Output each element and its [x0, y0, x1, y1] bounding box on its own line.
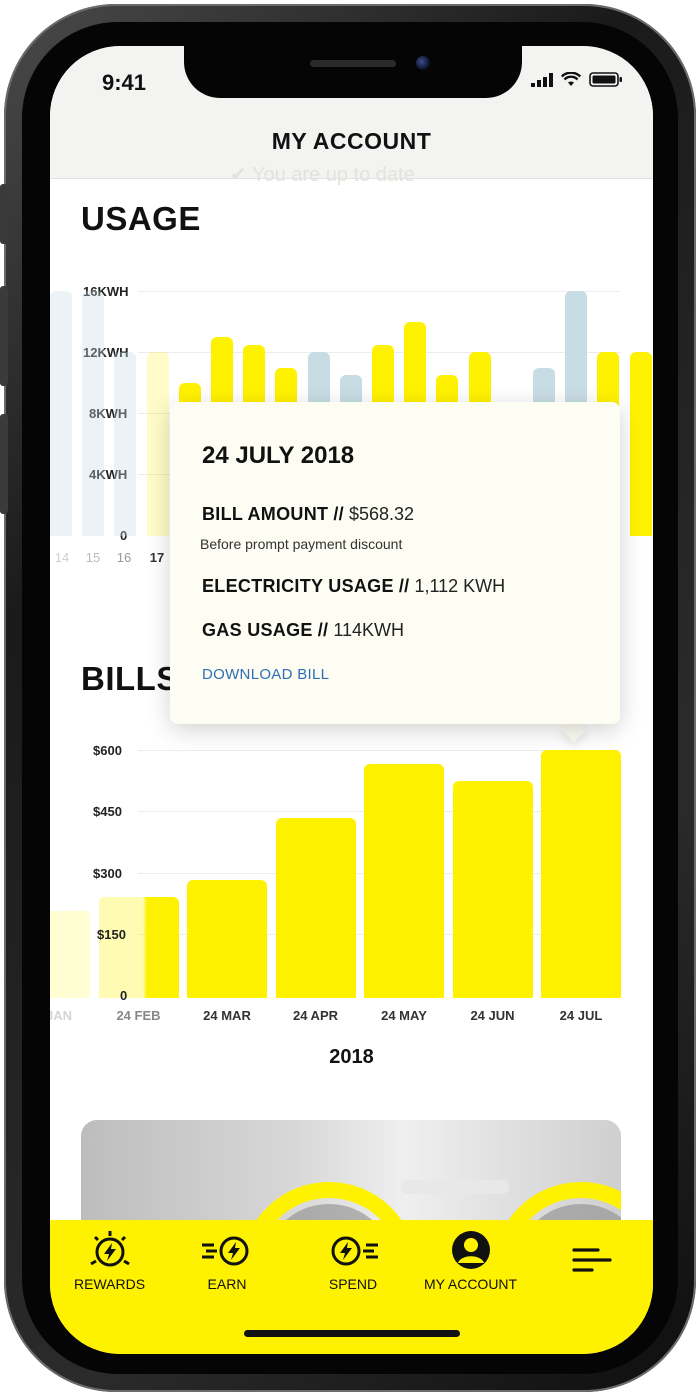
tab-label: MY ACCOUNT: [424, 1276, 518, 1292]
lightning-rays-icon: [89, 1231, 130, 1267]
bills-x-label: 24 JAN: [50, 1008, 73, 1023]
gas-usage-value: 114KWH: [333, 620, 405, 640]
electricity-usage-row: ELECTRICITY USAGE // 1,112 KWH: [202, 576, 505, 597]
bill-amount-row: BILL AMOUNT // $568.32: [202, 504, 414, 525]
usage-title: USAGE: [81, 200, 201, 237]
electricity-usage-label: ELECTRICITY USAGE: [202, 576, 394, 596]
electricity-usage-value: 1,112 KWH: [414, 576, 506, 596]
volume-up-button: [0, 286, 8, 386]
usage-x-label: 15: [85, 550, 101, 565]
bills-bar[interactable]: [50, 911, 90, 998]
usage-bar[interactable]: [146, 352, 169, 536]
bills-y-tick: $450: [93, 804, 122, 819]
usage-bar[interactable]: [82, 291, 105, 536]
usage-x-label: 14: [54, 550, 70, 565]
gas-usage-label: GAS USAGE: [202, 620, 313, 640]
check-circle-icon: ✔: [230, 164, 247, 186]
usage-bar[interactable]: [629, 352, 652, 536]
tab-spend[interactable]: SPEND: [326, 1230, 380, 1292]
screen: 9:41 ✔ You are up to date MY ACCOUNT USA…: [50, 46, 653, 1354]
bills-bar[interactable]: [364, 764, 444, 998]
bills-bar[interactable]: [187, 880, 267, 998]
volume-down-button: [0, 414, 8, 514]
bills-y-tick: $300: [93, 866, 122, 881]
usage-bar[interactable]: [50, 291, 72, 536]
bills-x-label: 24 APR: [292, 1008, 339, 1023]
separator: //: [333, 504, 344, 524]
clock: 9:41: [102, 70, 147, 95]
bill-amount-label: BILL AMOUNT: [202, 504, 329, 524]
wifi-icon: [561, 72, 581, 86]
lightning-in-icon: [202, 1236, 249, 1266]
bills-y-tick: 0: [120, 988, 128, 1003]
bill-detail-popup: 24 JULY 2018 BILL AMOUNT // $568.32 Befo…: [170, 402, 620, 724]
bills-year-label: 2018: [329, 1046, 374, 1068]
bill-note: Before prompt payment discount: [200, 536, 403, 552]
popup-date: 24 JULY 2018: [202, 442, 355, 469]
battery-icon: [589, 72, 622, 87]
bills-bar[interactable]: [275, 818, 356, 998]
bills-title: BILLS: [81, 660, 179, 697]
usage-bar[interactable]: [114, 352, 137, 536]
bills-x-label: 24 JUL: [559, 1008, 603, 1023]
tab-rewards[interactable]: REWARDS: [74, 1230, 145, 1292]
usage-x-label: 16: [116, 550, 132, 565]
lightning-out-icon: [331, 1236, 378, 1266]
tab-menu[interactable]: [572, 1246, 612, 1276]
bills-x-label: 24 MAY: [381, 1008, 427, 1023]
bills-bar[interactable]: [452, 781, 533, 998]
ghost-notification-text: You are up to date: [251, 164, 415, 186]
tab-label: EARN: [207, 1276, 247, 1292]
status-icons: [531, 72, 623, 87]
usage-x-label: 17: [149, 550, 165, 565]
front-camera: [416, 56, 430, 70]
ghost-notification: ✔ You are up to date: [230, 162, 415, 187]
notch: [184, 46, 522, 98]
person-circle-icon: [451, 1231, 490, 1269]
bills-y-tick: $150: [97, 927, 126, 942]
speaker: [310, 60, 396, 67]
bills-x-label: 24 FEB: [116, 1008, 161, 1023]
gas-usage-row: GAS USAGE // 114KWH: [202, 620, 404, 641]
usage-gridline: [138, 291, 620, 292]
tab-label: REWARDS: [74, 1276, 146, 1292]
separator: //: [317, 620, 329, 640]
bill-amount-value: $568.32: [348, 504, 415, 524]
bills-bar[interactable]: [541, 750, 621, 998]
tab-my-account[interactable]: MY ACCOUNT: [424, 1230, 517, 1292]
bills-x-label: 24 MAR: [203, 1008, 251, 1023]
download-bill-link[interactable]: DOWNLOAD BILL: [202, 666, 329, 683]
tab-label: SPEND: [328, 1276, 378, 1292]
bills-bar[interactable]: [98, 896, 179, 998]
bills-x-label: 24 JUN: [470, 1008, 515, 1023]
separator: //: [398, 576, 410, 596]
home-indicator: [244, 1330, 460, 1337]
signal-icon: [531, 72, 553, 87]
page-title: MY ACCOUNT: [271, 128, 432, 154]
bills-y-tick: $600: [93, 743, 122, 758]
tab-earn[interactable]: EARN: [200, 1230, 254, 1292]
mute-switch: [0, 184, 8, 244]
menu-icon: [572, 1248, 612, 1272]
